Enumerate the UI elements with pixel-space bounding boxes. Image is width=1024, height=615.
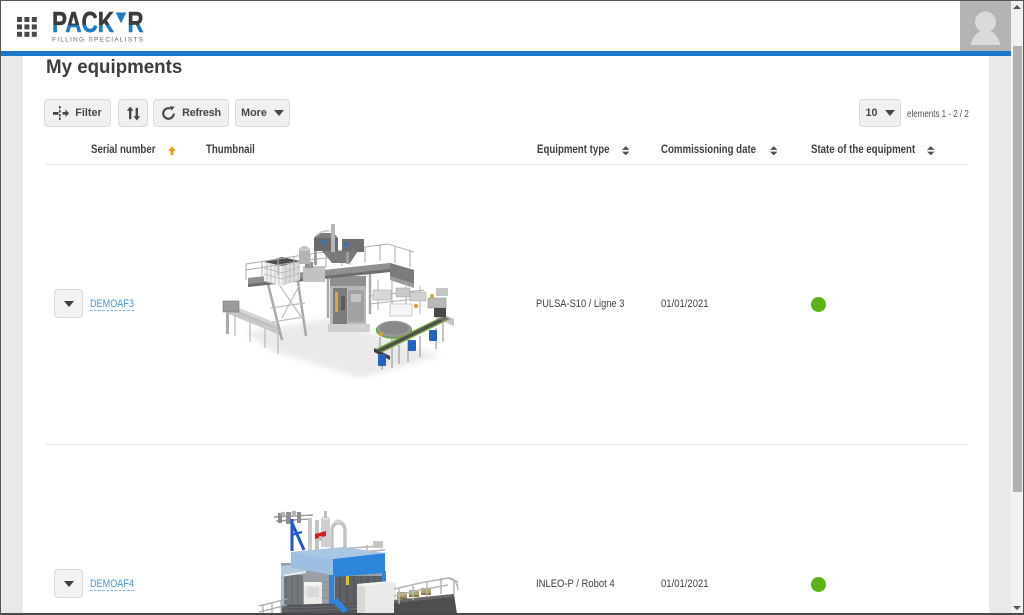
svg-text:PACK: PACK (52, 7, 114, 39)
svg-text:FILLING SPECIALISTS: FILLING SPECIALISTS (52, 36, 144, 43)
svg-text:R: R (128, 7, 144, 39)
